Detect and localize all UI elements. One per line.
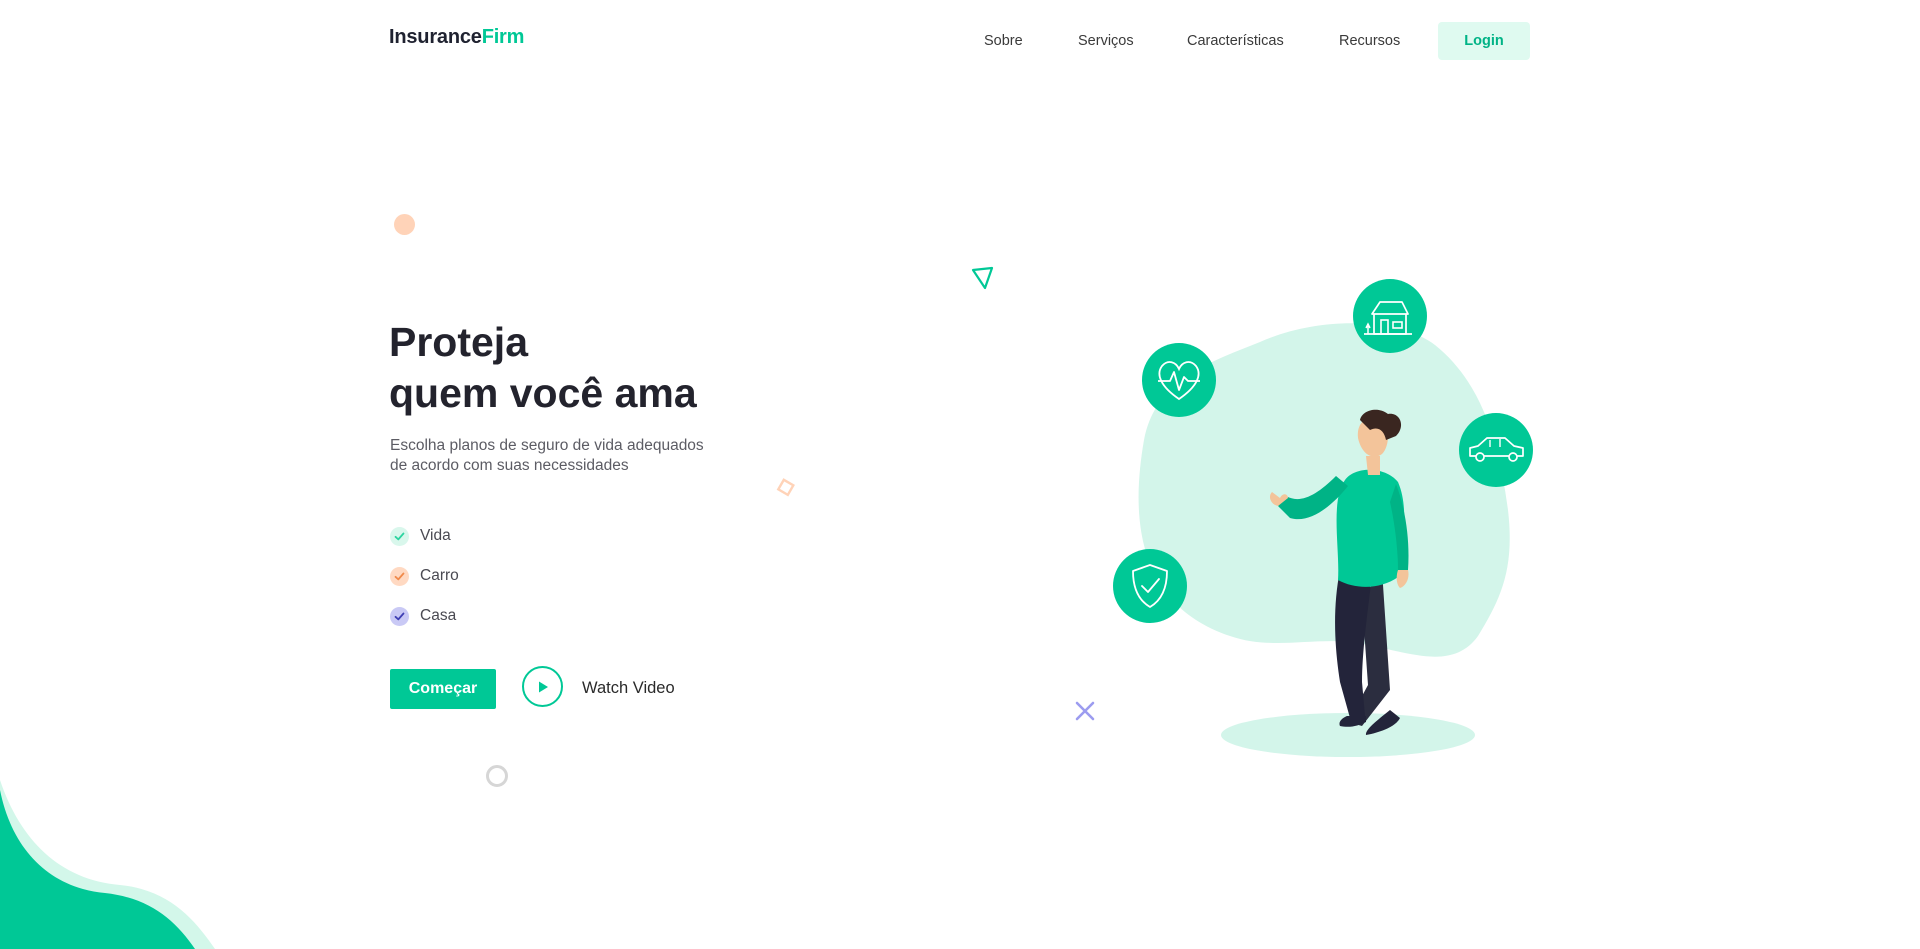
hero-subtitle: Escolha planos de seguro de vida adequad… (390, 437, 704, 474)
feature-label: Carro (420, 567, 459, 584)
feature-item-vida: Vida (390, 526, 459, 546)
hero-illustration (1113, 279, 1533, 757)
play-video-button[interactable] (522, 666, 563, 707)
logo[interactable]: InsuranceFirm (389, 26, 524, 49)
start-button[interactable]: Começar (390, 669, 496, 709)
landing-page: InsuranceFirm Sobre Serviços Característ… (0, 0, 1920, 949)
play-icon (538, 681, 548, 692)
nav-link-caracteristicas[interactable]: Características (1187, 33, 1284, 49)
ring-shape (486, 765, 508, 787)
heart-pulse-icon (1142, 343, 1216, 417)
logo-text-insurance: Insurance (389, 26, 482, 48)
car-icon (1459, 413, 1533, 487)
login-button[interactable]: Login (1438, 22, 1530, 60)
hero-title-line2: quem você ama (389, 370, 697, 416)
triangle-shape-icon (971, 266, 994, 290)
shield-check-icon (1113, 549, 1187, 623)
nav-link-sobre[interactable]: Sobre (984, 33, 1023, 49)
check-icon (390, 566, 409, 586)
nav-link-recursos[interactable]: Recursos (1339, 33, 1400, 49)
hero-title-line1: Proteja (389, 319, 528, 365)
check-icon (390, 606, 409, 626)
decorative-dot (394, 214, 415, 235)
feature-label: Vida (420, 527, 451, 544)
hero-title: Proteja quem você ama (389, 317, 697, 419)
nav-link-servicos[interactable]: Serviços (1078, 33, 1134, 49)
feature-item-casa: Casa (390, 606, 459, 626)
check-icon (390, 526, 409, 546)
diamond-shape-icon (776, 478, 795, 497)
cross-shape-icon (1075, 701, 1095, 721)
logo-text-firm: Firm (481, 26, 525, 48)
features-list: Vida Carro Casa (390, 526, 459, 646)
feature-item-carro: Carro (390, 566, 459, 586)
house-icon (1353, 279, 1427, 353)
watch-video-link[interactable]: Watch Video (582, 679, 675, 698)
bottom-left-wave (0, 780, 215, 949)
feature-label: Casa (420, 607, 457, 624)
